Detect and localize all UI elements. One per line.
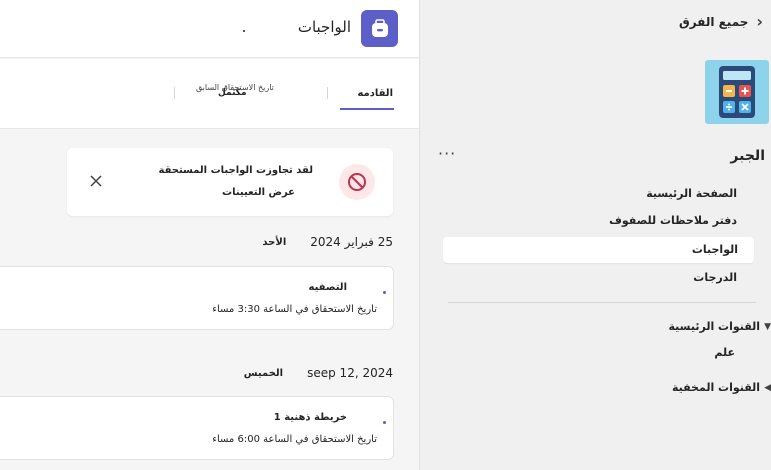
date-label: 25 فبراير 2024	[310, 235, 393, 249]
sidebar-item-label: الواجبات	[691, 243, 738, 256]
assignment-tabs: مكتمل تاريخ الاستحقاق السابق القادمه	[0, 59, 419, 129]
assignments-app-icon	[361, 10, 398, 47]
sidebar-item-label: الدرجات	[693, 271, 737, 284]
channel-general[interactable]: علم	[714, 346, 735, 359]
tab-past-due[interactable]: تاريخ الاستحقاق السابق	[196, 83, 274, 92]
day-label: الأحد	[262, 236, 287, 248]
unread-dot	[383, 291, 386, 294]
unread-dot	[383, 421, 386, 424]
header-mark	[243, 30, 245, 32]
sidebar-item-label: دفتر ملاحظات للصفوف	[609, 214, 737, 227]
class-avatar	[705, 60, 769, 124]
calculator-icon	[719, 66, 755, 118]
tab-upcoming[interactable]: القادمه	[357, 88, 393, 99]
assignment-due: تاريخ الاستحقاق في الساعة 3:30 مساء	[212, 304, 377, 315]
tab-separator	[174, 87, 175, 99]
assignments-panel: الواجبات مكتمل تاريخ الاستحقاق السابق ال…	[0, 0, 419, 470]
assignment-due: تاريخ الاستحقاق في الساعة 6:00 مساء	[212, 434, 377, 445]
sidebar-item-label: الصفحة الرئيسية	[646, 187, 737, 200]
hidden-channels-toggle[interactable]: ◀ القنوات المخفية	[672, 381, 771, 394]
class-name: الجبر	[730, 148, 765, 164]
chevron-left-icon: ‹	[756, 12, 763, 31]
overdue-alert: لقد تجاوزت الواجبات المستحقة عرض التعيين…	[67, 148, 393, 216]
caret-left-icon: ◀	[764, 382, 771, 393]
page-title: الواجبات	[297, 18, 351, 36]
app-header: الواجبات	[0, 0, 419, 58]
class-sidebar: ‹ جميع الفرق ··· الجبر الصفحة الرئيسية د…	[419, 0, 771, 470]
all-teams-button[interactable]: ‹ جميع الفرق	[679, 12, 763, 31]
sidebar-item-assignments[interactable]: الواجبات	[443, 237, 754, 263]
date-header: 25 فبراير 2024 الأحد	[262, 235, 393, 249]
assignment-title: خريطة ذهنية 1	[273, 412, 347, 423]
section-label: القنوات المخفية	[671, 381, 761, 394]
sidebar-divider	[448, 302, 756, 303]
main-channels-toggle[interactable]: ▼ القنوات الرئيسية	[669, 320, 771, 333]
date-label: seep 12, 2024	[307, 366, 393, 380]
assignment-card[interactable]: خريطة ذهنية 1 تاريخ الاستحقاق في الساعة …	[0, 396, 394, 460]
sidebar-item-grades[interactable]: الدرجات	[443, 265, 753, 291]
date-header: seep 12, 2024 الخميس	[244, 366, 393, 380]
more-options-icon[interactable]: ···	[438, 144, 456, 163]
all-teams-label: جميع الفرق	[678, 14, 749, 29]
blocked-icon	[339, 164, 375, 200]
caret-down-icon: ▼	[764, 321, 771, 332]
sidebar-item-class-notebook[interactable]: دفتر ملاحظات للصفوف	[443, 208, 753, 234]
assignment-title: التصفيه	[308, 282, 347, 293]
alert-title: لقد تجاوزت الواجبات المستحقة	[158, 165, 314, 176]
tab-separator	[327, 87, 328, 99]
assignment-card[interactable]: التصفيه تاريخ الاستحقاق في الساعة 3:30 م…	[0, 266, 394, 330]
sidebar-item-home[interactable]: الصفحة الرئيسية	[443, 181, 753, 207]
close-icon[interactable]	[89, 174, 103, 188]
view-assignments-link[interactable]: عرض التعيينات	[222, 187, 295, 198]
section-label: القنوات الرئيسية	[668, 320, 761, 333]
tab-active-indicator	[340, 108, 394, 110]
day-label: الخميس	[243, 367, 284, 379]
